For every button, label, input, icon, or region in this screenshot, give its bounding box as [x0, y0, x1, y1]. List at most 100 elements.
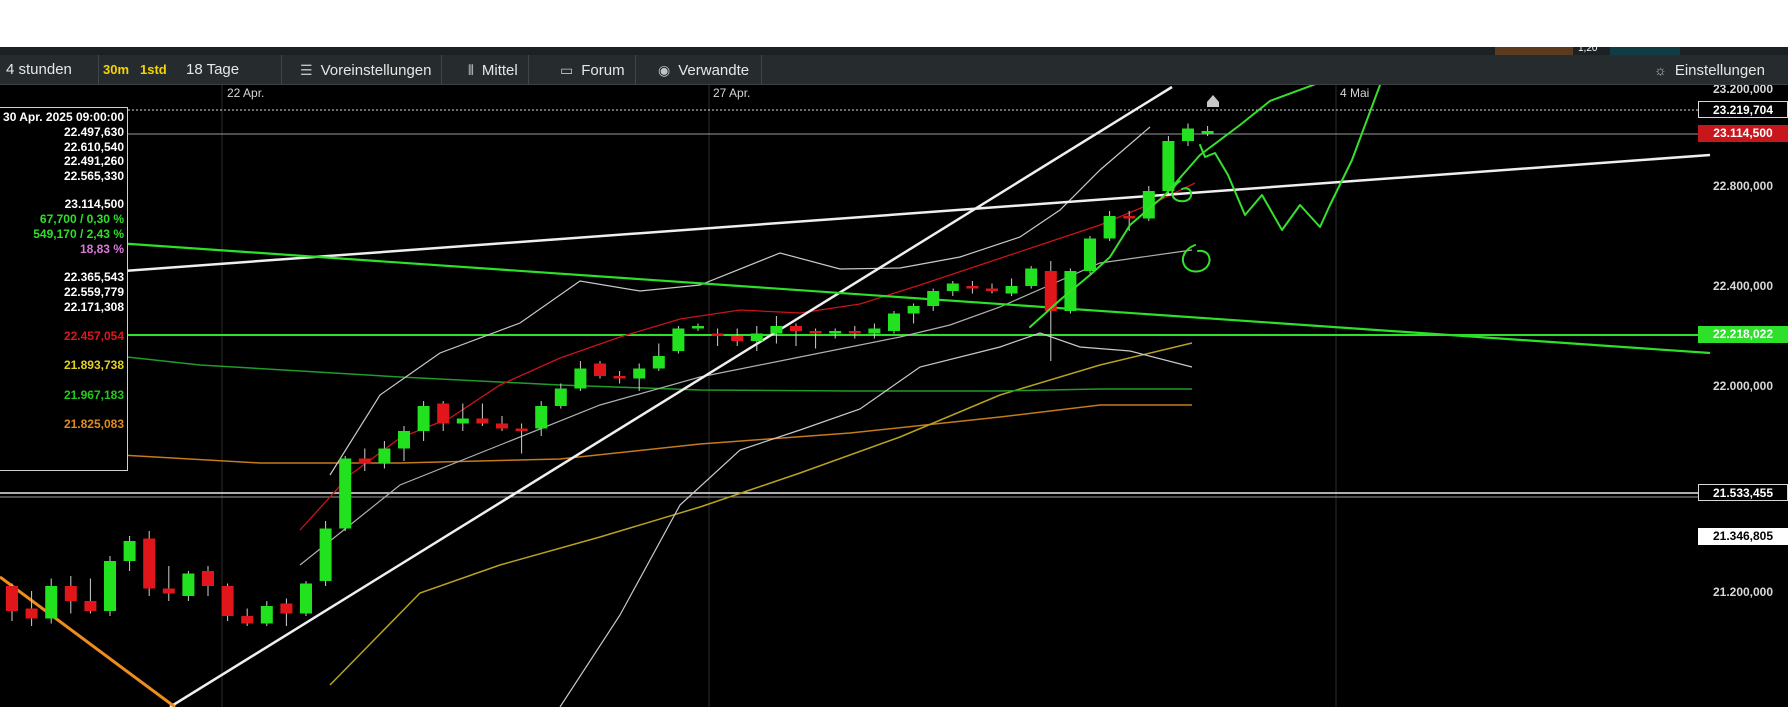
candle-body — [809, 331, 822, 334]
candle-body — [1084, 238, 1096, 271]
chart-area[interactable]: 22 Apr. 27 Apr. 4 Mai 30 Apr. 2025 09:00… — [0, 85, 1788, 707]
candlestick-icon: ⫴ — [468, 62, 474, 78]
candle-55 — [1084, 236, 1096, 274]
candle-46 — [907, 303, 920, 324]
price-label-lower-white: 21.346,805 — [1698, 528, 1788, 545]
candle-16 — [319, 521, 332, 586]
price-tick-22400: 22.400,000 — [1712, 279, 1774, 293]
candle-36 — [711, 328, 724, 346]
candle-body — [280, 603, 293, 614]
candle-body — [202, 571, 214, 586]
candle-body — [966, 286, 979, 289]
candle-34 — [672, 326, 685, 354]
candle-9 — [182, 571, 195, 601]
candle-body — [946, 283, 959, 291]
candle-body — [927, 291, 940, 306]
top-white-area — [0, 0, 1788, 50]
candle-body — [770, 326, 783, 334]
chart-svg[interactable]: 22 Apr. 27 Apr. 4 Mai — [0, 85, 1788, 707]
candle-15 — [300, 581, 312, 616]
top-brown-block — [1495, 47, 1573, 55]
candle-body — [358, 458, 371, 464]
candle-body — [750, 333, 763, 341]
info-ma-red: 22.457,054 — [63, 329, 124, 343]
candle-4 — [84, 578, 97, 614]
presets-button[interactable]: ☰ Voreinstellungen — [300, 55, 443, 85]
candle-body — [613, 376, 626, 379]
period-selector[interactable]: 4 stunden — [0, 55, 99, 85]
candle-body — [1103, 216, 1116, 239]
price-label-dotted: 23.219,704 — [1698, 101, 1788, 118]
bollinger-upper — [329, 126, 1151, 476]
info-bb-mid: 22.559,779 — [63, 285, 124, 299]
candle-body — [6, 586, 18, 611]
candle-body — [515, 428, 528, 431]
eye-icon: ◉ — [658, 62, 671, 78]
candle-body — [162, 588, 175, 594]
candle-12 — [241, 608, 254, 626]
candle-body — [1201, 131, 1214, 134]
white-trend-line-flat — [0, 153, 1711, 282]
candle-58 — [1142, 186, 1155, 221]
candle-48 — [946, 281, 959, 296]
candle-body — [25, 608, 38, 619]
candle-body — [535, 406, 548, 429]
candle-body — [888, 313, 900, 331]
candle-45 — [888, 311, 900, 334]
x-tick-4mai: 4 Mai — [1340, 86, 1369, 100]
info-high: 22.610,540 — [63, 140, 124, 154]
price-label-green-line: 22.218,022 — [1698, 326, 1788, 343]
top-value: 1,20 — [1578, 43, 1598, 54]
white-trend-line-steep — [169, 85, 1173, 707]
info-change-abs: 67,700 / 0,30 % — [39, 212, 124, 226]
candle-52 — [1025, 266, 1038, 289]
range-selector[interactable]: 18 Tage — [176, 55, 282, 85]
chart-toolbar: 4 stunden 30m 1std 18 Tage ☰ Voreinstellu… — [0, 55, 1788, 85]
info-low: 22.491,260 — [63, 154, 124, 168]
info-open: 22.497,630 — [63, 125, 124, 139]
candle-body — [731, 336, 744, 341]
range-label: 18 Tage — [186, 61, 240, 78]
settings-button[interactable]: ☼ Einstellungen — [1654, 55, 1765, 85]
interval-1std-button[interactable]: 1std — [140, 55, 167, 85]
candle-56 — [1103, 211, 1116, 241]
candle-body — [711, 333, 724, 336]
candle-body — [241, 616, 254, 624]
candle-body — [672, 328, 685, 351]
price-tick-22000: 22.000,000 — [1712, 379, 1774, 393]
candle-32 — [633, 363, 646, 391]
related-button[interactable]: ◉ Verwandte — [658, 55, 763, 85]
yellow-ma-line — [329, 342, 1193, 686]
candle-body — [476, 418, 489, 424]
forum-button[interactable]: ▭ Forum — [560, 55, 636, 85]
candle-50 — [986, 283, 998, 294]
average-button[interactable]: ⫴ Mittel — [468, 55, 529, 85]
top-teal-block — [1610, 47, 1680, 55]
candle-0 — [6, 583, 18, 621]
home-marker-icon[interactable] — [1207, 95, 1219, 107]
candle-body — [848, 331, 861, 334]
orange-trend-line — [0, 575, 176, 707]
candle-body — [868, 328, 881, 334]
price-tick-top: 23.200,000 — [1712, 85, 1774, 95]
candle-25 — [496, 416, 508, 431]
candle-33 — [652, 343, 665, 371]
candle-11 — [221, 583, 234, 621]
candle-5 — [104, 556, 116, 616]
candle-22 — [437, 401, 450, 431]
interval-30m-button[interactable]: 30m — [103, 55, 129, 85]
candlestick-series — [6, 123, 1214, 626]
candle-body — [378, 448, 391, 464]
candle-44 — [868, 323, 881, 339]
info-ma-yellow: 21.893,738 — [63, 358, 124, 372]
candle-60 — [1182, 123, 1194, 146]
x-tick-27apr: 27 Apr. — [713, 86, 750, 100]
info-pct: 18,83 % — [79, 242, 124, 256]
info-close: 22.565,330 — [63, 169, 124, 183]
candle-body — [554, 388, 567, 406]
candle-21 — [417, 401, 430, 441]
candle-body — [986, 288, 998, 291]
candle-body — [1182, 128, 1194, 141]
candle-body — [594, 363, 606, 376]
info-ma-green: 21.967,183 — [63, 388, 124, 402]
